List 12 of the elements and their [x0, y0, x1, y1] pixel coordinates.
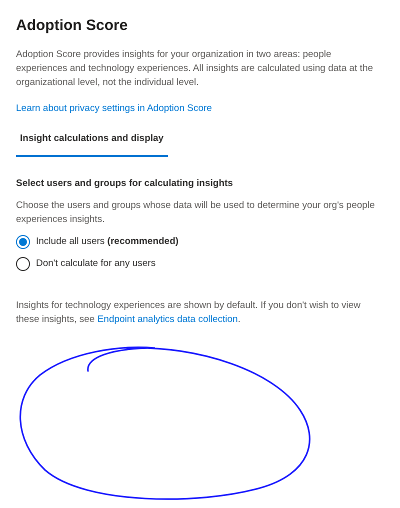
endpoint-analytics-link[interactable]: Endpoint analytics data collection — [97, 314, 238, 326]
radio-option[interactable]: Don't calculate for any users — [16, 257, 156, 272]
privacy-link[interactable]: Learn about privacy settings in Adoption Score — [16, 102, 212, 116]
radio-button[interactable] — [16, 234, 30, 249]
footer-text: Insights for technology experiences are shown by default. If you don't wish to view these insights, see Endpoint analytics data collection. — [16, 299, 362, 328]
page-title: Adoption Score — [16, 16, 129, 36]
tab[interactable]: Insight calculations and display — [16, 128, 168, 156]
section-heading: Select users and groups for calculating insights — [16, 176, 234, 190]
radio-button[interactable] — [16, 257, 30, 272]
intro-text: Adoption Score provides insights for your organization in two areas: people experiences and technology experiences. All insights are calculated using data at the organizational level, not the individual level. — [16, 48, 374, 90]
radio-option[interactable]: Include all users (recommended) — [16, 234, 179, 249]
section-description: Choose the users and groups whose data will be used to determine your org's people experiences insights. — [16, 198, 376, 227]
